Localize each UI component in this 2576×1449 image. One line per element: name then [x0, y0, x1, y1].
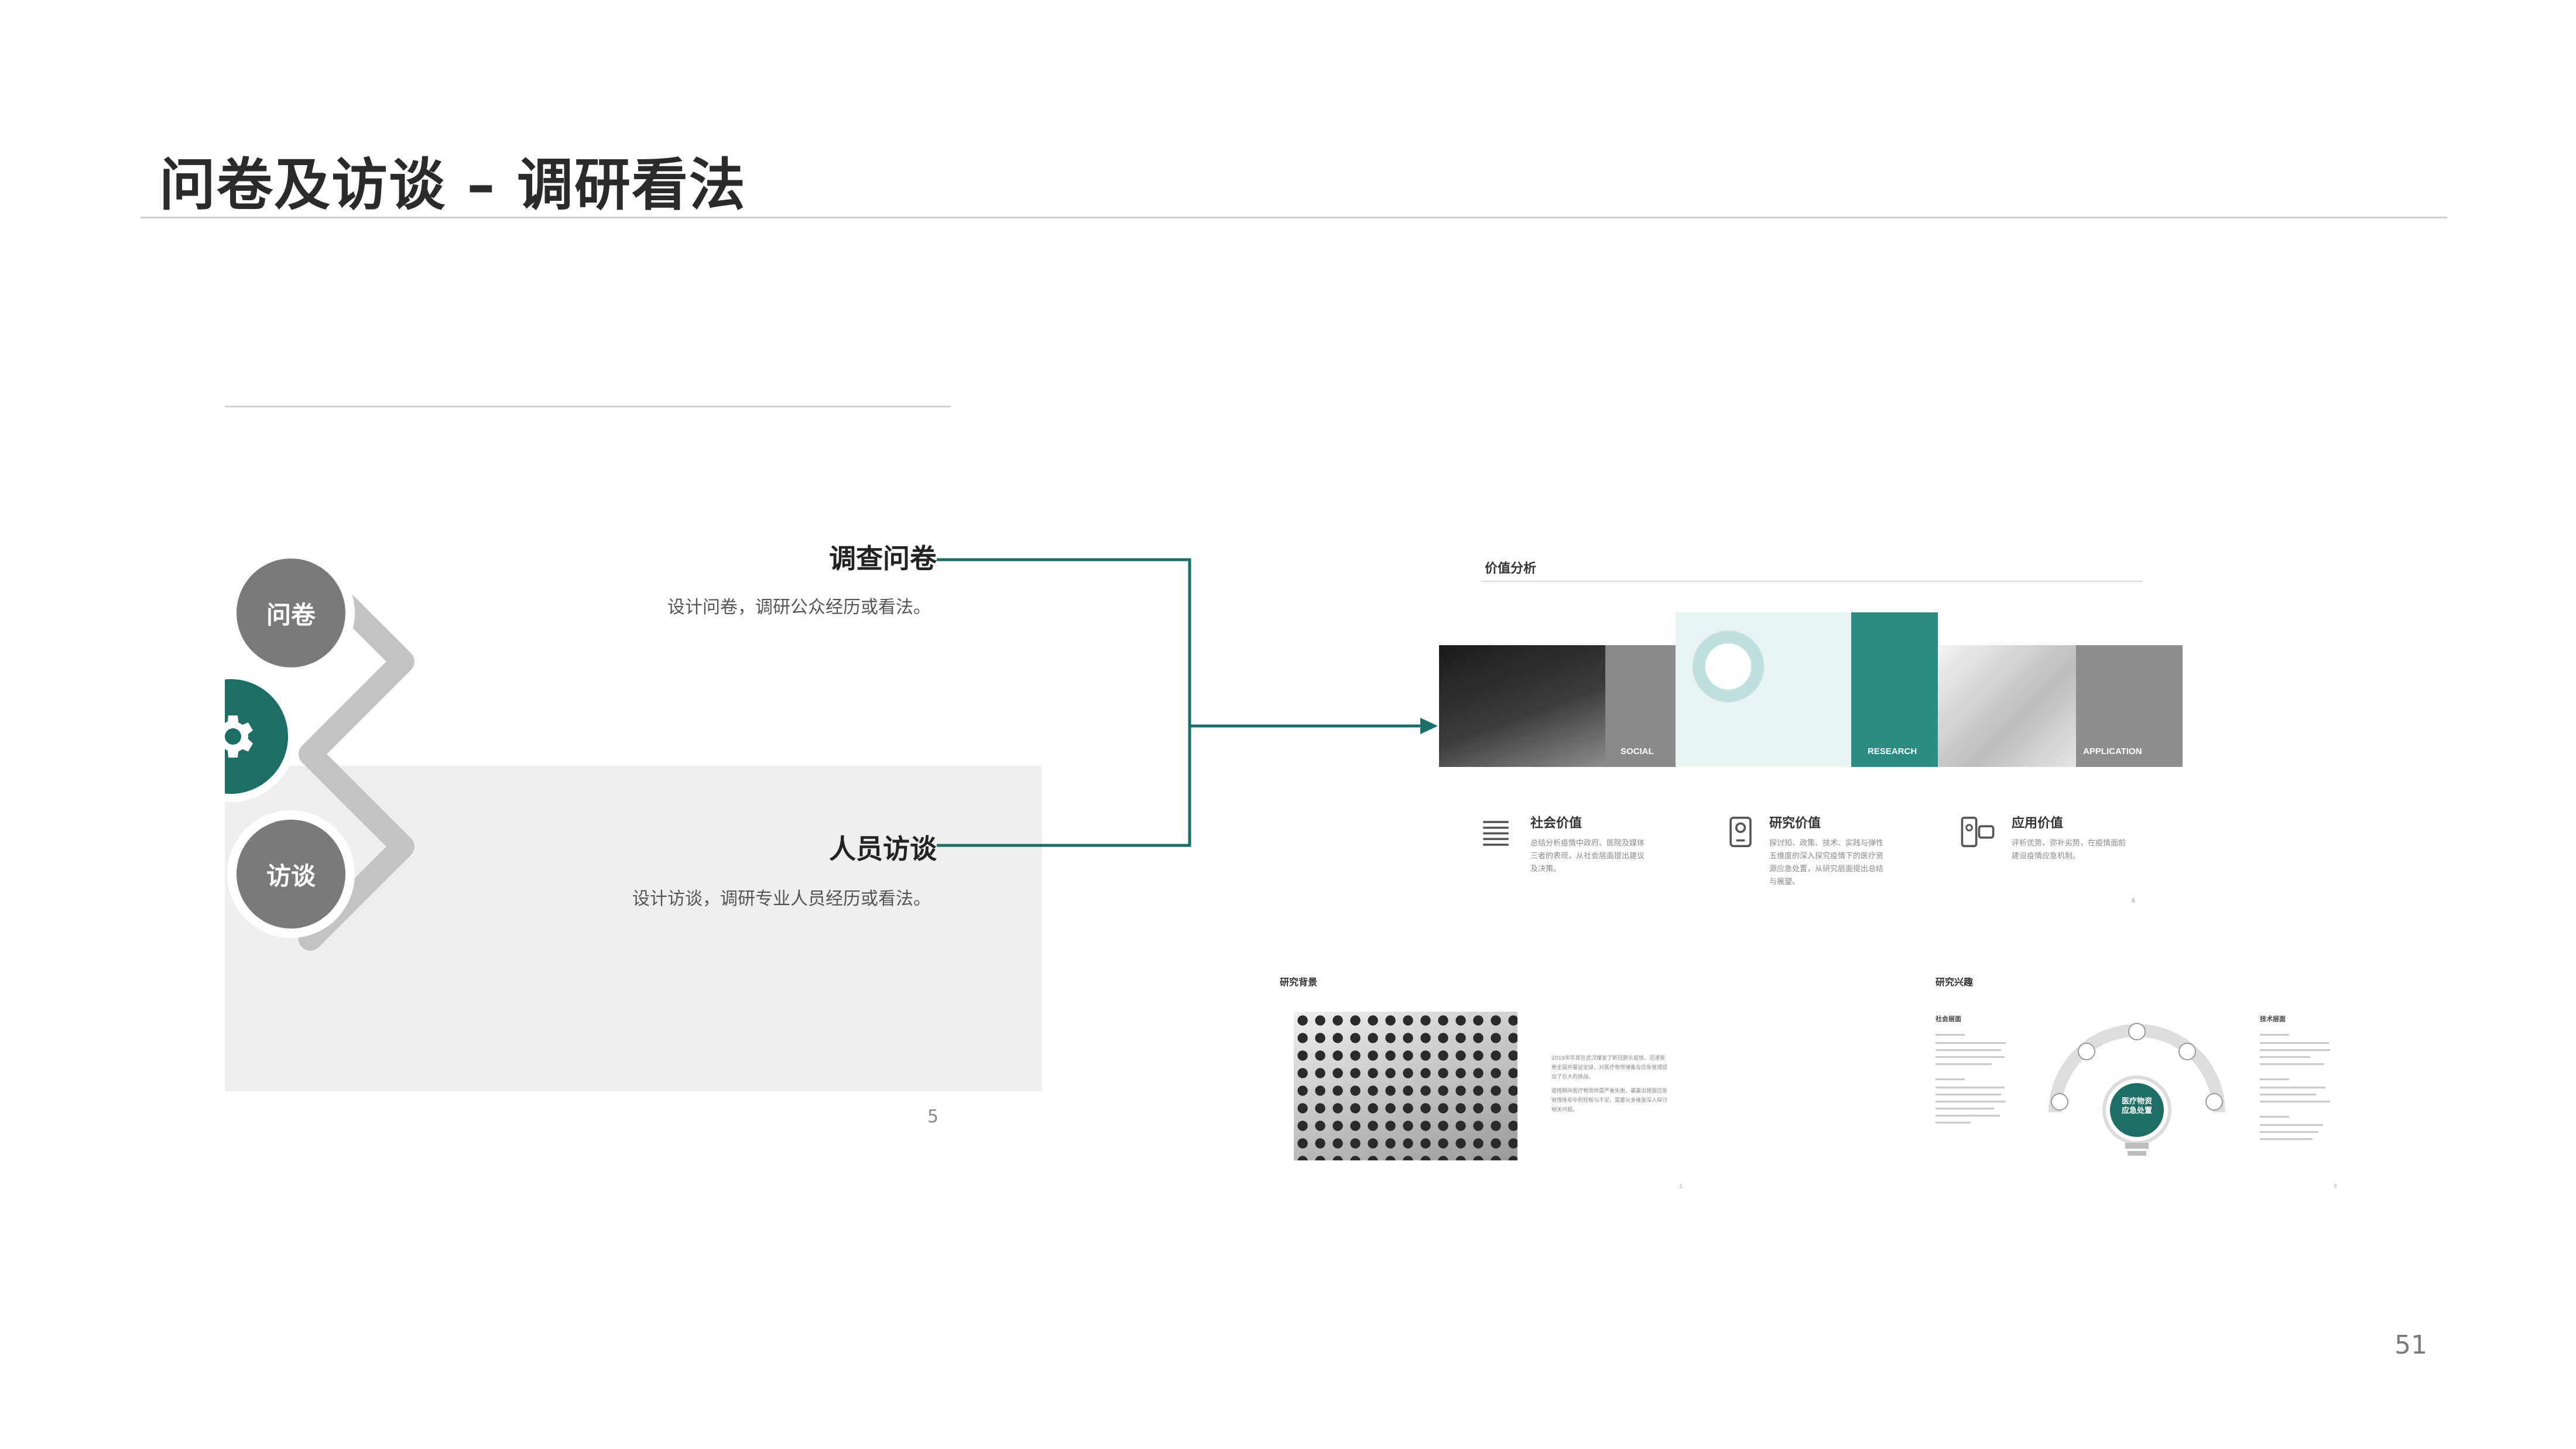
devices-icon: [1961, 817, 1995, 847]
slide-page-number: 5: [927, 1107, 939, 1127]
value-desc-application: 评析优势、弥补劣势，在疫情面前 建设疫情应急机制。: [2012, 837, 2152, 863]
tag-block-social: SOCIAL: [1605, 645, 1676, 767]
pill-photo: [1938, 645, 2076, 767]
phone-icon: [1729, 817, 1752, 847]
value-desc-line: 五维度的深入探究疫情下的医疗资: [1769, 852, 1884, 861]
value-heading-rule: [1481, 581, 2143, 582]
petri-photo: [1676, 612, 1851, 767]
bracket-connector: [937, 558, 1438, 847]
document-list-icon: [1483, 821, 1509, 846]
title-divider: [141, 217, 2447, 218]
background-paragraph: 2019年年底在武汉爆发了新冠肺炎疫情，迅速席卷全国并蔓延全球，对医疗物资储备及…: [1551, 1056, 1668, 1080]
value-desc-line: 与展望。: [1769, 878, 1800, 886]
background-text: 2019年年底在武汉爆发了新冠肺炎疫情，迅速席卷全国并蔓延全球，对医疗物资储备及…: [1551, 1054, 1669, 1115]
page-number: 51: [2395, 1330, 2427, 1360]
value-heading: 价值分析: [1485, 561, 1537, 576]
value-title-research: 研究价值: [1769, 816, 1821, 831]
value-page-number: 4: [2131, 897, 2135, 905]
value-desc-line: 三者的表现，从社会层面提出建议: [1530, 852, 1645, 861]
value-image-strip: SOCIAL RESEARCH APPLICATION: [1439, 612, 2183, 767]
circle-interview: 访谈: [237, 820, 345, 929]
tag-social: SOCIAL: [1621, 746, 1654, 756]
value-desc-line: 探讨知、政策、技术、实践与弹性: [1769, 839, 1884, 848]
vials-photo: [1294, 1012, 1517, 1160]
value-title-social: 社会价值: [1530, 816, 1582, 831]
value-desc-line: 源应急处置，从研究层面提出总结: [1769, 865, 1884, 873]
value-title-application: 应用价值: [2012, 816, 2064, 831]
value-desc-line: 及决策。: [1530, 865, 1561, 873]
tag-block-research: RESEARCH: [1851, 612, 1938, 767]
tag-research: RESEARCH: [1868, 746, 1917, 756]
item-title-interview: 人员访谈: [829, 833, 937, 865]
interest-heading: 研究兴趣: [1936, 977, 1974, 988]
value-desc-line: 评析优势、弥补劣势，在疫情面前: [2012, 839, 2126, 848]
value-desc-social: 总结分析疫情中政府、医院及媒体 三者的表现，从社会层面提出建议 及决策。: [1530, 837, 1671, 876]
interest-bulb-diagram: [2049, 1023, 2225, 1156]
background-paragraph: 疫情期间医疗物资供需严重失衡，暴露出我国应急管理体系中的短板与不足，需要从多维度…: [1551, 1088, 1668, 1113]
item-title-questionnaire: 调查问卷: [829, 543, 937, 574]
value-desc-line: 总结分析疫情中政府、医院及媒体: [1530, 839, 1645, 848]
interest-page-number: 3: [2334, 1184, 2337, 1190]
interest-left-heading: 社会层面: [1936, 1015, 1961, 1023]
tag-application: APPLICATION: [2083, 746, 2142, 756]
interest-right-heading: 技术层面: [2260, 1015, 2286, 1023]
interest-left-text: [1936, 1032, 2012, 1149]
circle-questionnaire: 问卷: [237, 559, 345, 667]
slide-left-edge: [0, 644, 225, 831]
lab-photo-dark: [1439, 645, 1605, 767]
interest-right-text: [2260, 1032, 2336, 1160]
interest-center-label: 医疗物资应急处置: [2121, 1097, 2152, 1115]
background-heading: 研究背景: [1280, 977, 1318, 988]
value-desc-research: 探讨知、政策、技术、实践与弹性 五维度的深入探究疫情下的医疗资 源应急处置，从研…: [1769, 837, 1910, 889]
page-title: 问卷及访谈 – 调研看法: [159, 152, 746, 218]
tag-block-application: APPLICATION: [2076, 645, 2183, 767]
slide-top-rule: [225, 406, 951, 407]
background-page-number: 2: [1679, 1184, 1683, 1190]
item-desc-questionnaire: 设计问卷，调研公众经历或看法。: [667, 597, 931, 618]
value-desc-line: 建设疫情应急机制。: [2012, 852, 2081, 861]
item-desc-interview: 设计访谈，调研专业人员经历或看法。: [632, 889, 931, 909]
